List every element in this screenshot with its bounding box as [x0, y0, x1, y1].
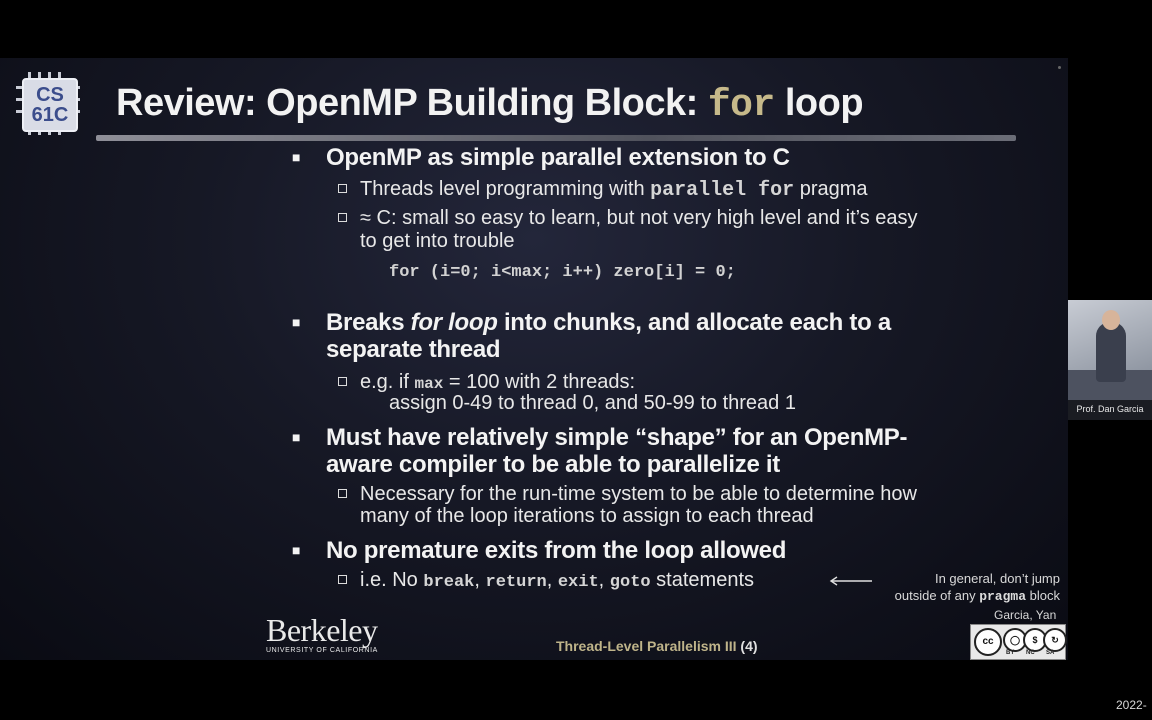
berkeley-logo: Berkeley UNIVERSITY OF CALIFORNIA [266, 614, 378, 654]
sa-icon: ↻ [1043, 628, 1067, 652]
callout-line1: In general, don’t jump [934, 571, 1060, 586]
bullet-marker: ■ [292, 542, 301, 558]
lecture-name: Thread-Level Parallelism III [556, 638, 737, 654]
slide-title: Review: OpenMP Building Block: for loop [116, 82, 864, 132]
code-exit: exit [557, 573, 599, 592]
code-return: return [485, 573, 547, 592]
bullet-simple-shape-cont: aware compiler to be able to parallelize… [326, 451, 780, 478]
subbullet-example-cont: assign 0-49 to thread 0, and 50-99 to th… [389, 392, 796, 415]
cc-icon: cc [974, 628, 1002, 656]
bullet-breaks-loop: ■ Breaks for loop into chunks, and alloc… [292, 309, 891, 336]
subbullet-marker [338, 213, 347, 222]
speaker-figure [1096, 322, 1126, 382]
subbullet-text-prefix: e.g. if [360, 371, 409, 393]
title-underline [96, 135, 1016, 141]
subbullet-text-line1: ≈ C: small so easy to learn, but not ver… [360, 207, 918, 229]
subbullet-text-suffix: statements [656, 569, 754, 591]
cc-label-sa: SA [1046, 650, 1055, 656]
callout-text-suffix: block [1029, 588, 1060, 603]
subbullet-text-line2: to get into trouble [360, 230, 515, 252]
subbullet-text-prefix: Threads level programming with [360, 178, 645, 200]
bullet-text: OpenMP as simple parallel extension to C [326, 144, 790, 171]
lecture-title: Thread-Level Parallelism III (4) [556, 638, 758, 654]
logo-text-line1: CS [36, 84, 64, 106]
subbullet-text-suffix: pragma [799, 178, 868, 200]
bullet-text-line1: Must have relatively simple “shape” for … [326, 424, 908, 451]
page-number: (4) [740, 638, 758, 654]
subbullet-text-prefix: i.e. No [360, 569, 418, 591]
subbullet-marker [338, 377, 347, 386]
berkeley-subtitle: UNIVERSITY OF CALIFORNIA [266, 647, 378, 654]
callout-code: pragma [979, 589, 1027, 604]
callout-line2: outside of any pragma block [828, 587, 1060, 605]
subbullet-text-suffix: = 100 with 2 threads: [448, 371, 636, 393]
speck [1058, 66, 1061, 69]
bullet-text-line2: separate thread [326, 336, 501, 363]
subbullet-marker [338, 575, 347, 584]
title-suffix: loop [784, 82, 864, 124]
subbullet-code: max [414, 375, 444, 393]
cs61c-logo: CS 61C [16, 72, 80, 135]
code-goto: goto [609, 573, 651, 592]
bullet-breaks-loop-cont: separate thread [326, 336, 501, 363]
video-date-stamp: 2022- [1116, 698, 1147, 712]
title-code: for [707, 84, 775, 127]
subbullet-runtime: Necessary for the run-time system to be … [338, 483, 917, 506]
bullet-text-pre: Breaks [326, 309, 405, 336]
bullet-text-post: into chunks, and allocate each to a [503, 309, 891, 336]
subbullet-runtime-cont: many of the loop iterations to assign to… [360, 505, 814, 528]
title-prefix: Review: OpenMP Building Block: [116, 82, 698, 124]
code-example: for (i=0; i<max; i++) zero[i] = 0; [389, 263, 736, 282]
subbullet-marker [338, 489, 347, 498]
subbullet-no-break: i.e. No break, return, exit, goto statem… [338, 569, 754, 594]
bullet-simple-shape: ■ Must have relatively simple “shape” fo… [292, 424, 907, 451]
speaker-webcam: Prof. Dan Garcia [1068, 300, 1152, 420]
cc-label-by: BY [1006, 650, 1015, 656]
subbullet-text-line2: assign 0-49 to thread 0, and 50-99 to th… [389, 392, 796, 414]
subbullet-approx-c: ≈ C: small so easy to learn, but not ver… [338, 207, 918, 230]
bullet-text-em: for loop [410, 309, 498, 336]
callout-note: In general, don’t jump outside of any pr… [828, 570, 1060, 605]
creative-commons-badge: cc ◯ $ ↻ BY NC SA [970, 624, 1067, 660]
bullet-marker: ■ [292, 429, 301, 445]
authors: Garcia, Yan [994, 608, 1057, 622]
bullet-text-line2: aware compiler to be able to parallelize… [326, 451, 780, 478]
bullet-openmp-extension: ■ OpenMP as simple parallel extension to… [292, 144, 790, 171]
logo-text-line2: 61C [31, 104, 69, 126]
subbullet-code: parallel for [650, 179, 795, 202]
subbullet-text-line2: many of the loop iterations to assign to… [360, 505, 814, 527]
berkeley-wordmark: Berkeley [266, 612, 378, 648]
callout-text-prefix: outside of any [894, 588, 976, 603]
speaker-head [1102, 310, 1120, 330]
bullet-marker: ■ [292, 149, 301, 165]
bullet-no-exits: ■ No premature exits from the loop allow… [292, 537, 786, 564]
webcam-caption: Prof. Dan Garcia [1076, 404, 1144, 414]
subbullet-text-line1: Necessary for the run-time system to be … [360, 483, 917, 505]
subbullet-approx-c-cont: to get into trouble [360, 230, 515, 253]
bullet-text: No premature exits from the loop allowed [326, 537, 787, 564]
subbullet-threads-level: Threads level programming with parallel … [338, 178, 868, 202]
bullet-marker: ■ [292, 314, 301, 330]
subbullet-marker [338, 184, 347, 193]
code-break: break [423, 573, 475, 592]
cc-label-nc: NC [1026, 650, 1035, 656]
chip-body: CS 61C [22, 78, 78, 132]
